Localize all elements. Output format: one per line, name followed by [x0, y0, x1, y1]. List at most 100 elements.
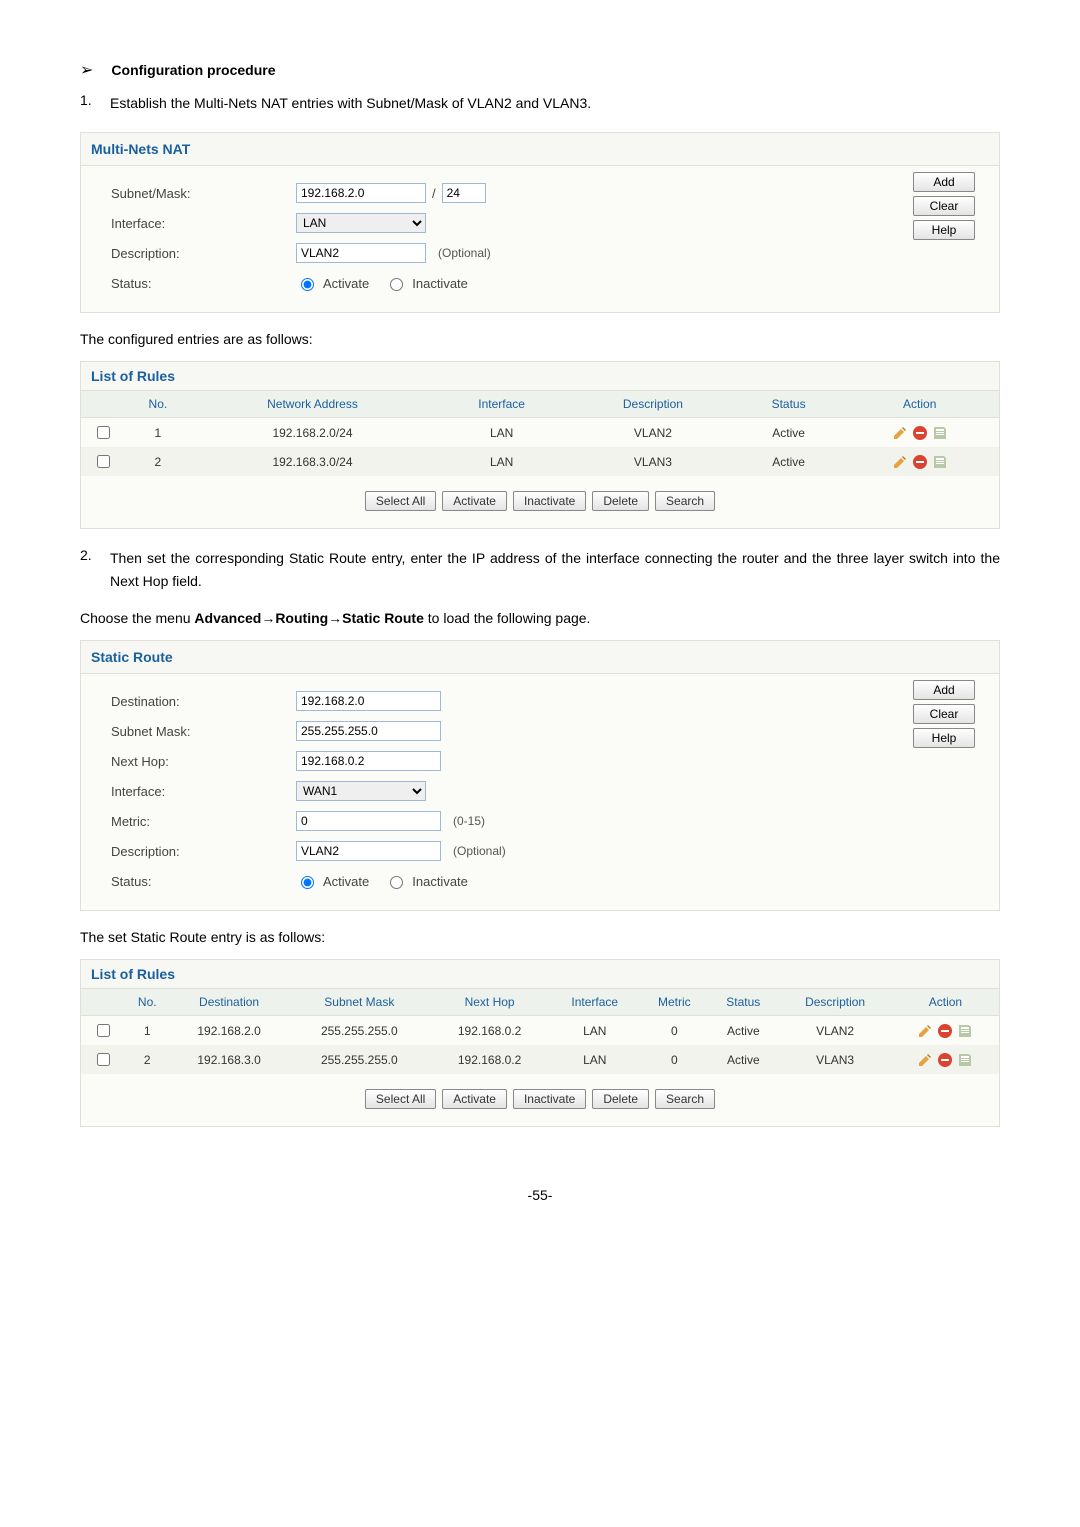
page-number: -55- — [80, 1187, 1000, 1203]
rules1-table: No. Network Address Interface Descriptio… — [80, 390, 1000, 529]
cell-iface: LAN — [434, 418, 569, 448]
metric-input[interactable] — [296, 811, 441, 831]
info-icon[interactable] — [932, 425, 948, 441]
destination-input[interactable] — [296, 691, 441, 711]
table-row: 1192.168.2.0/24LANVLAN2Active — [81, 418, 1000, 448]
heading-text: Configuration procedure — [111, 62, 275, 78]
metric-label: Metric: — [111, 814, 296, 829]
next-hop-label: Next Hop: — [111, 754, 296, 769]
status-label: Status: — [111, 874, 296, 889]
cell-desc: VLAN3 — [778, 1045, 891, 1074]
cell-nexthop: 192.168.0.2 — [430, 1045, 549, 1074]
row-checkbox[interactable] — [97, 1024, 110, 1037]
info-icon[interactable] — [957, 1052, 973, 1068]
cell-metric: 0 — [640, 1016, 708, 1046]
search-button[interactable]: Search — [655, 491, 715, 511]
activate-label: Activate — [323, 874, 369, 889]
activate-button[interactable]: Activate — [442, 1089, 507, 1109]
help-button[interactable]: Help — [913, 728, 975, 748]
inactivate-radio[interactable] — [390, 278, 403, 291]
subnet-input[interactable] — [296, 183, 426, 203]
inactivate-label: Inactivate — [412, 874, 468, 889]
activate-button[interactable]: Activate — [442, 491, 507, 511]
inactivate-button[interactable]: Inactivate — [513, 1089, 586, 1109]
cell-mask: 255.255.255.0 — [289, 1016, 430, 1046]
delete-icon[interactable] — [912, 425, 928, 441]
add-button[interactable]: Add — [913, 680, 975, 700]
set-static-text: The set Static Route entry is as follows… — [80, 929, 1000, 945]
table-row: 2192.168.3.0255.255.255.0192.168.0.2LAN0… — [81, 1045, 1000, 1074]
inactivate-button[interactable]: Inactivate — [513, 491, 586, 511]
cell-no: 1 — [125, 418, 191, 448]
interface-select[interactable]: LAN — [296, 213, 426, 233]
activate-radio[interactable] — [301, 278, 314, 291]
col-no: No. — [125, 391, 191, 418]
cidr-input[interactable] — [442, 183, 486, 203]
description-input[interactable] — [296, 841, 441, 861]
cell-dest: 192.168.3.0 — [170, 1045, 289, 1074]
next-hop-input[interactable] — [296, 751, 441, 771]
help-button[interactable]: Help — [913, 220, 975, 240]
cell-dest: 192.168.2.0 — [170, 1016, 289, 1046]
delete-icon[interactable] — [937, 1052, 953, 1068]
description-input[interactable] — [296, 243, 426, 263]
delete-icon[interactable] — [937, 1023, 953, 1039]
search-button[interactable]: Search — [655, 1089, 715, 1109]
cell-status: Active — [708, 1045, 778, 1074]
col-dest: Destination — [170, 989, 289, 1016]
subnet-mask-label: Subnet/Mask: — [111, 186, 296, 201]
row-checkbox[interactable] — [97, 455, 110, 468]
multi-nat-panel: Add Clear Help Subnet/Mask: / Interface:… — [80, 165, 1000, 313]
clear-button[interactable]: Clear — [913, 704, 975, 724]
section-heading: ➢ Configuration procedure — [80, 60, 1000, 80]
select-all-button[interactable]: Select All — [365, 491, 436, 511]
table-row: 2192.168.3.0/24LANVLAN3Active — [81, 447, 1000, 476]
col-status: Status — [708, 989, 778, 1016]
col-desc: Description — [778, 989, 891, 1016]
col-no: No. — [125, 989, 170, 1016]
inactivate-label: Inactivate — [412, 276, 468, 291]
clear-button[interactable]: Clear — [913, 196, 975, 216]
delete-icon[interactable] — [912, 454, 928, 470]
add-button[interactable]: Add — [913, 172, 975, 192]
cell-addr: 192.168.3.0/24 — [191, 447, 434, 476]
delete-button[interactable]: Delete — [592, 1089, 649, 1109]
info-icon[interactable] — [932, 454, 948, 470]
cell-desc: VLAN2 — [569, 418, 737, 448]
choose-menu-text: Choose the menu Advanced→Routing→Static … — [80, 610, 1000, 626]
cell-no: 2 — [125, 1045, 170, 1074]
edit-icon[interactable] — [917, 1052, 933, 1068]
cell-iface: LAN — [549, 1016, 640, 1046]
cell-action — [840, 447, 999, 476]
col-action: Action — [840, 391, 999, 418]
rules1-title: List of Rules — [80, 361, 1000, 390]
activate-radio[interactable] — [301, 876, 314, 889]
select-all-button[interactable]: Select All — [365, 1089, 436, 1109]
activate-label: Activate — [323, 276, 369, 291]
cell-iface: LAN — [434, 447, 569, 476]
slash: / — [432, 186, 436, 201]
multi-nat-title: Multi-Nets NAT — [80, 132, 1000, 165]
interface-select[interactable]: WAN1 — [296, 781, 426, 801]
edit-icon[interactable] — [892, 425, 908, 441]
metric-hint: (0-15) — [453, 814, 485, 828]
cell-action — [840, 418, 999, 448]
subnet-mask-input[interactable] — [296, 721, 441, 741]
cell-no: 2 — [125, 447, 191, 476]
delete-button[interactable]: Delete — [592, 491, 649, 511]
edit-icon[interactable] — [917, 1023, 933, 1039]
interface-label: Interface: — [111, 784, 296, 799]
configured-entries-text: The configured entries are as follows: — [80, 331, 1000, 347]
inactivate-radio[interactable] — [390, 876, 403, 889]
row-checkbox[interactable] — [97, 1053, 110, 1066]
row-checkbox[interactable] — [97, 426, 110, 439]
step-2: 2. Then set the corresponding Static Rou… — [80, 547, 1000, 592]
cell-nexthop: 192.168.0.2 — [430, 1016, 549, 1046]
cell-desc: VLAN2 — [778, 1016, 891, 1046]
col-nexthop: Next Hop — [430, 989, 549, 1016]
info-icon[interactable] — [957, 1023, 973, 1039]
cell-addr: 192.168.2.0/24 — [191, 418, 434, 448]
edit-icon[interactable] — [892, 454, 908, 470]
description-label: Description: — [111, 246, 296, 261]
table-row: 1192.168.2.0255.255.255.0192.168.0.2LAN0… — [81, 1016, 1000, 1046]
